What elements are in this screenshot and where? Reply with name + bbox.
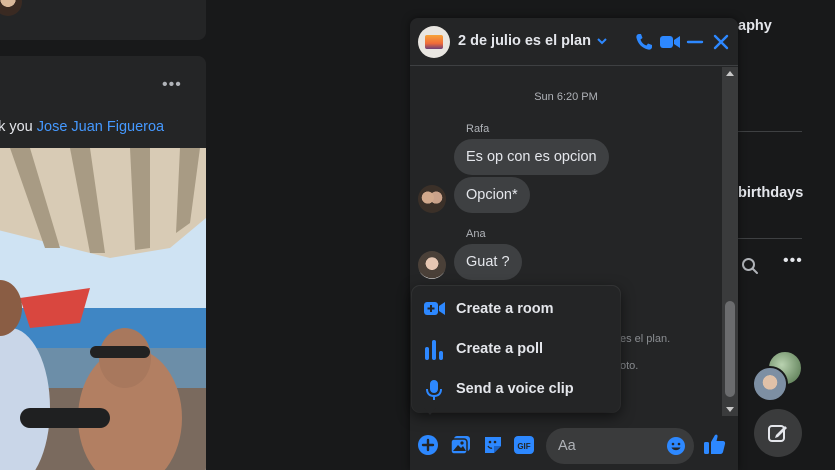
photo-icon[interactable] <box>450 434 472 456</box>
gif-icon[interactable]: GIF <box>513 434 535 456</box>
plus-icon[interactable] <box>417 434 439 456</box>
attachment-menu: Create a room Create a poll Send a voice… <box>412 286 620 415</box>
message-composer: GIF <box>410 422 738 470</box>
menu-item-label: Create a room <box>456 301 554 317</box>
message-timestamp: Sun 6:20 PM <box>534 91 598 103</box>
like-icon[interactable] <box>703 432 726 454</box>
sunset-image-icon <box>425 35 443 49</box>
message-bubble[interactable]: Opcion* <box>454 177 530 213</box>
message-bubble[interactable]: Guat ? <box>454 244 522 280</box>
tagged-user-link[interactable]: Jose Juan Figueroa <box>37 119 164 135</box>
menu-item-voice-clip[interactable]: Send a voice clip <box>412 369 620 409</box>
message-sender: Rafa <box>466 123 490 135</box>
search-icon[interactable] <box>741 257 759 275</box>
menu-item-create-room[interactable]: Create a room <box>412 289 620 329</box>
video-call-icon[interactable] <box>659 32 681 57</box>
chat-scrollbar[interactable] <box>722 67 738 416</box>
sidebar-divider <box>738 238 802 239</box>
poll-icon <box>424 339 444 360</box>
post-text: nk you Jose Juan Figueroa <box>0 119 164 135</box>
sidebar-item-photography[interactable]: aphy <box>738 18 772 34</box>
menu-item-label: Create a poll <box>456 341 544 357</box>
chat-head-avatar[interactable] <box>752 366 788 402</box>
message-sender: Ana <box>466 228 486 240</box>
feed-post: ••• nk you Jose Juan Figueroa <box>0 56 206 470</box>
chat-title[interactable]: 2 de julio es el plan <box>458 33 591 49</box>
menu-pointer <box>424 408 436 415</box>
scroll-up-arrow-icon[interactable] <box>726 71 734 76</box>
message-input-wrapper <box>546 428 694 464</box>
message-input[interactable] <box>558 428 658 464</box>
post-photo[interactable] <box>0 148 206 470</box>
contacts-more-button[interactable]: ••• <box>783 252 803 270</box>
feed-top-card <box>0 0 206 40</box>
menu-item-create-poll[interactable]: Create a poll <box>412 329 620 369</box>
new-message-button[interactable] <box>754 409 802 457</box>
phone-icon[interactable] <box>634 32 654 57</box>
scroll-down-arrow-icon[interactable] <box>726 407 734 412</box>
minimize-icon[interactable] <box>686 32 704 57</box>
compose-icon <box>768 425 787 442</box>
faded-message-text: es el plan. <box>620 333 671 345</box>
sender-avatar[interactable] <box>418 185 446 213</box>
scrollbar-thumb[interactable] <box>725 301 735 397</box>
post-more-button[interactable]: ••• <box>162 76 182 94</box>
group-avatar[interactable] <box>418 26 450 58</box>
right-sidebar: aphy birthdays ••• <box>738 0 835 470</box>
chevron-down-icon[interactable] <box>596 34 608 52</box>
video-camera-plus-icon <box>424 299 445 319</box>
sidebar-divider <box>738 131 802 132</box>
emoji-icon[interactable] <box>666 436 686 456</box>
menu-item-label: Send a voice clip <box>456 381 574 397</box>
microphone-icon <box>424 379 444 400</box>
sidebar-item-birthdays[interactable]: birthdays <box>738 185 803 201</box>
sticker-icon[interactable] <box>482 434 504 456</box>
chat-header: 2 de julio es el plan <box>410 18 738 66</box>
message-bubble[interactable]: Es op con es opcion <box>454 139 609 175</box>
faded-message-text: oto. <box>620 360 639 372</box>
svg-text:GIF: GIF <box>517 442 530 451</box>
sender-avatar[interactable] <box>418 251 446 279</box>
close-icon[interactable] <box>712 32 730 57</box>
post-text-prefix: nk you <box>0 119 33 135</box>
chat-window: 2 de julio es el plan Sun 6:20 PM Rafa E… <box>410 18 738 470</box>
